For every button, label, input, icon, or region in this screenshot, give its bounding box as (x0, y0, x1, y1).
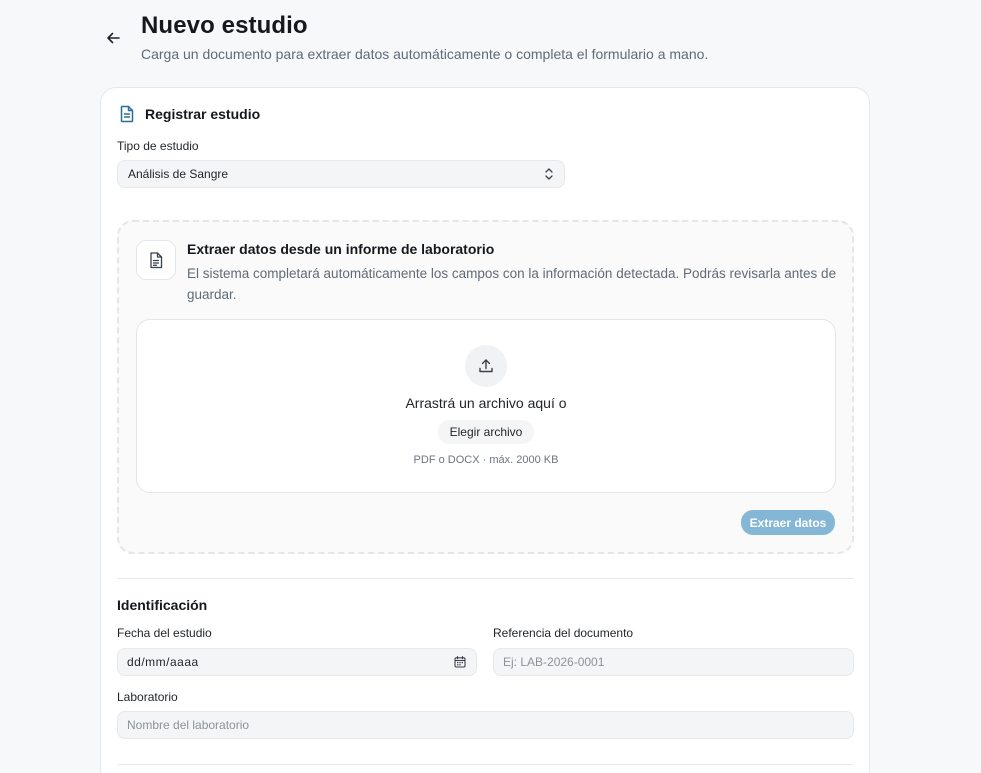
drop-text: Arrastrá un archivo aquí o (405, 395, 567, 411)
document-icon (120, 105, 134, 123)
extract-title: Extraer datos desde un informe de labora… (187, 241, 495, 257)
register-study-card: Registrar estudio Tipo de estudio Anális… (100, 87, 870, 773)
extract-data-panel: Extraer datos desde un informe de labora… (117, 220, 854, 554)
document-reference-label: Referencia del documento (493, 626, 634, 640)
upload-icon (479, 359, 493, 373)
section-divider (117, 578, 853, 579)
calendar-icon[interactable] (454, 656, 466, 668)
section-divider-bottom (117, 764, 853, 765)
extract-icon-box (136, 240, 176, 280)
extract-data-button[interactable]: Extraer datos (741, 510, 835, 535)
file-dropzone[interactable]: Arrastrá un archivo aquí o Elegir archiv… (136, 319, 836, 493)
study-date-input[interactable]: dd/mm/aaaa (117, 648, 477, 676)
back-button[interactable] (103, 28, 123, 48)
choose-file-button[interactable]: Elegir archivo (438, 420, 534, 444)
study-date-label: Fecha del estudio (117, 626, 212, 640)
page-title: Nuevo estudio (141, 12, 308, 39)
document-reference-input[interactable] (493, 648, 854, 676)
study-type-label: Tipo de estudio (117, 139, 199, 153)
document-text-icon (150, 251, 163, 268)
upload-icon-circle (465, 345, 507, 387)
card-title: Registrar estudio (145, 106, 261, 122)
study-date-value: dd/mm/aaaa (127, 655, 199, 669)
chevron-up-down-icon (545, 168, 553, 180)
laboratory-input[interactable] (117, 711, 854, 739)
page-subtitle: Carga un documento para extraer datos au… (141, 46, 709, 62)
laboratory-label: Laboratorio (117, 690, 178, 704)
study-type-value: Análisis de Sangre (128, 167, 229, 181)
file-hint: PDF o DOCX · máx. 2000 KB (413, 454, 559, 466)
arrow-left-icon (107, 32, 120, 44)
identification-title: Identificación (117, 597, 208, 613)
card-header: Registrar estudio (119, 105, 260, 123)
study-type-select[interactable]: Análisis de Sangre (117, 160, 565, 188)
extract-description: El sistema completará automáticamente lo… (187, 266, 837, 302)
